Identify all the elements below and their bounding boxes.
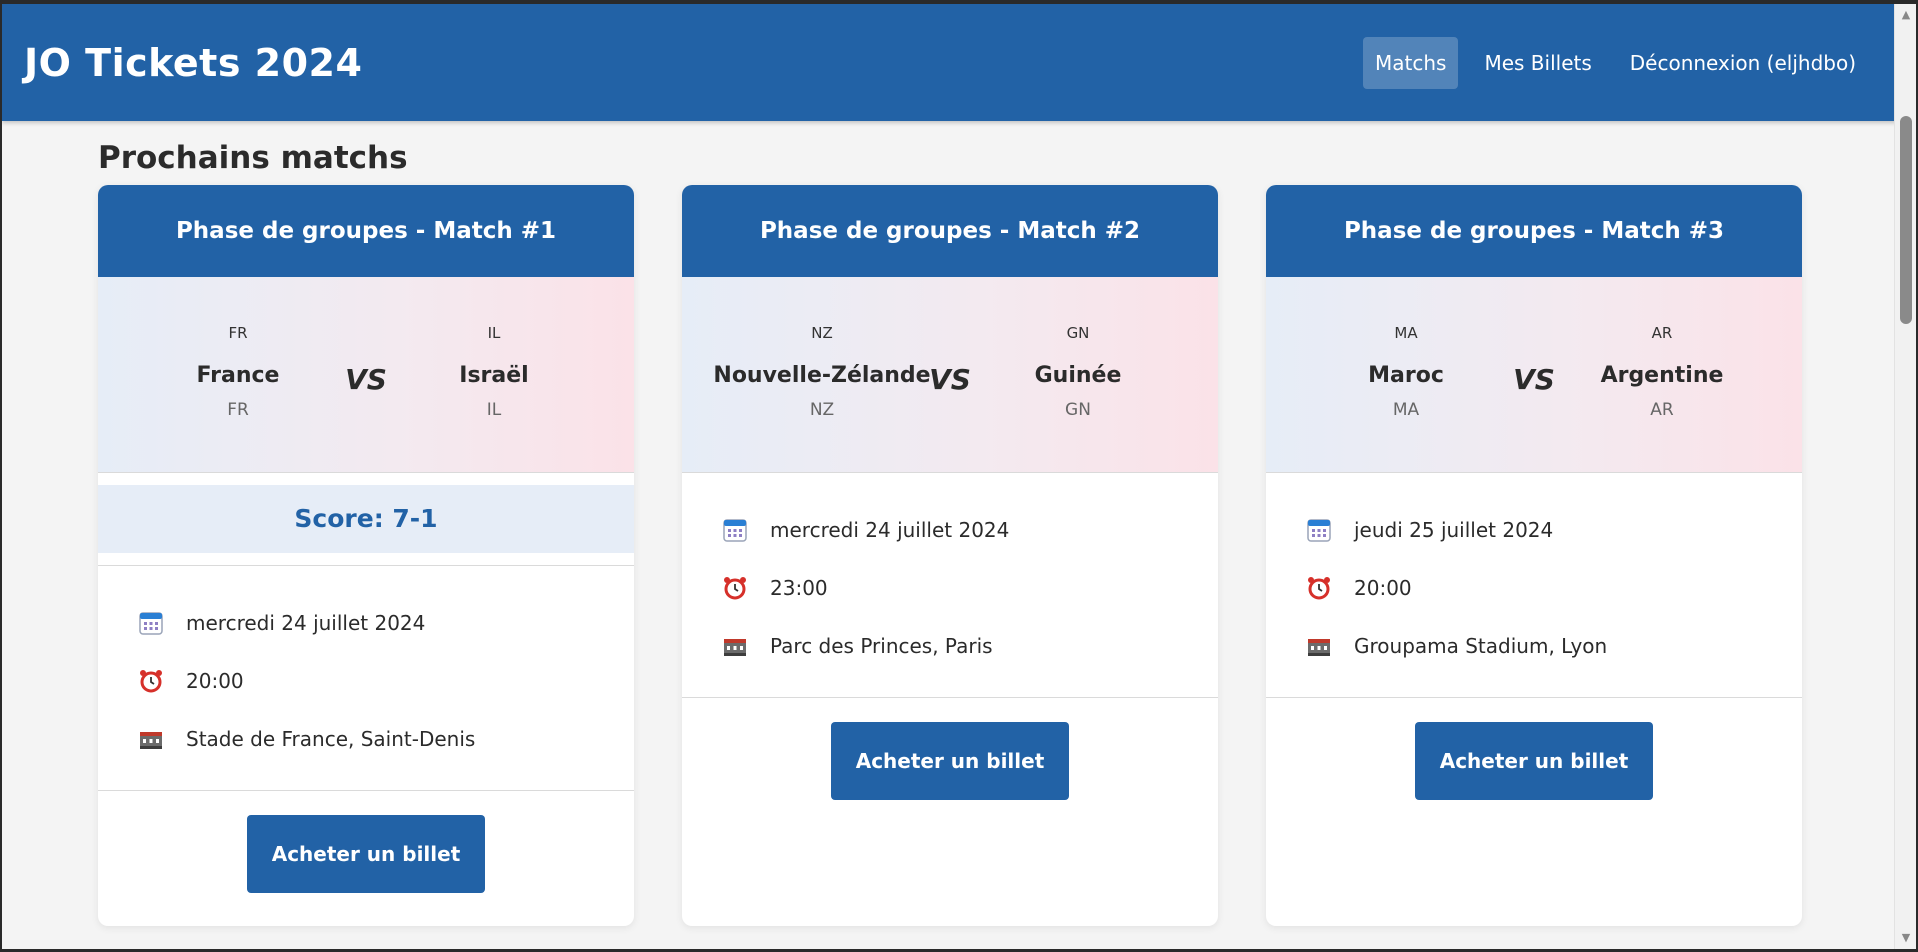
- buy-ticket-button[interactable]: Acheter un billet: [247, 815, 485, 893]
- top-navbar: JO Tickets 2024 Matchs Mes Billets Décon…: [2, 4, 1898, 121]
- team-code: IL: [486, 400, 502, 420]
- stadium-icon: [138, 726, 186, 752]
- teams-panel: MA Maroc MA VS AR Argentine AR: [1266, 277, 1802, 473]
- browser-viewport: JO Tickets 2024 Matchs Mes Billets Décon…: [0, 0, 1918, 952]
- team-name: Maroc: [1368, 363, 1444, 388]
- team-name: France: [196, 363, 280, 388]
- match-date-row: jeudi 25 juillet 2024: [1306, 501, 1762, 559]
- nav-matchs[interactable]: Matchs: [1363, 36, 1459, 89]
- match-cards: Phase de groupes - Match #1 FR France FR…: [98, 185, 1802, 926]
- buy-ticket-button[interactable]: Acheter un billet: [1415, 722, 1653, 800]
- alarm-clock-icon: [138, 668, 186, 694]
- calendar-icon: [138, 610, 186, 636]
- score-section: Score: 7-1: [98, 473, 634, 566]
- score-display: Score: 7-1: [98, 485, 634, 553]
- main-nav: Matchs Mes Billets Déconnexion (eljhdbo): [1363, 36, 1868, 89]
- match-time: 20:00: [186, 669, 244, 693]
- alarm-clock-icon: [1306, 575, 1354, 601]
- match-date: mercredi 24 juillet 2024: [186, 611, 426, 635]
- match-info: mercredi 24 juillet 2024 23:00 Parc des …: [682, 473, 1218, 698]
- stadium-icon: [722, 633, 770, 659]
- team-code: FR: [227, 400, 249, 420]
- match-time: 20:00: [1354, 576, 1412, 600]
- alarm-clock-icon: [722, 575, 770, 601]
- match-card: Phase de groupes - Match #2 NZ Nouvelle-…: [682, 185, 1218, 926]
- team-name: Nouvelle-Zélande: [713, 363, 931, 388]
- match-title: Phase de groupes - Match #3: [1266, 185, 1802, 277]
- scroll-thumb[interactable]: [1900, 116, 1912, 324]
- teams-panel: FR France FR VS IL Israël IL: [98, 277, 634, 473]
- team-away: IL Israël IL: [374, 323, 614, 421]
- team-code: GN: [1065, 400, 1091, 420]
- scroll-down-arrow-icon[interactable]: ▼: [1895, 929, 1916, 947]
- team-flag-code: MA: [1394, 324, 1418, 342]
- teams-panel: NZ Nouvelle-Zélande NZ VS GN Guinée GN: [682, 277, 1218, 473]
- match-time: 23:00: [770, 576, 828, 600]
- team-flag-code: IL: [487, 324, 501, 342]
- team-code: MA: [1392, 400, 1420, 420]
- match-time-row: 20:00: [138, 652, 594, 710]
- match-card: Phase de groupes - Match #3 MA Maroc MA …: [1266, 185, 1802, 926]
- match-card: Phase de groupes - Match #1 FR France FR…: [98, 185, 634, 926]
- match-time-row: 23:00: [722, 559, 1178, 617]
- nav-deconnexion[interactable]: Déconnexion (eljhdbo): [1618, 37, 1868, 89]
- team-name: Israël: [459, 363, 529, 388]
- match-venue-row: Stade de France, Saint-Denis: [138, 710, 594, 768]
- nav-mes-billets[interactable]: Mes Billets: [1472, 37, 1603, 89]
- team-flag-code: NZ: [811, 324, 833, 342]
- team-flag-code: GN: [1066, 324, 1090, 342]
- card-actions: Acheter un billet: [1266, 698, 1802, 826]
- match-title: Phase de groupes - Match #1: [98, 185, 634, 277]
- team-away: GN Guinée GN: [958, 323, 1198, 421]
- match-venue-row: Parc des Princes, Paris: [722, 617, 1178, 675]
- match-venue-row: Groupama Stadium, Lyon: [1306, 617, 1762, 675]
- match-date-row: mercredi 24 juillet 2024: [722, 501, 1178, 559]
- match-date-row: mercredi 24 juillet 2024: [138, 594, 594, 652]
- calendar-icon: [722, 517, 770, 543]
- buy-ticket-button[interactable]: Acheter un billet: [831, 722, 1069, 800]
- match-date: mercredi 24 juillet 2024: [770, 518, 1010, 542]
- match-time-row: 20:00: [1306, 559, 1762, 617]
- card-actions: Acheter un billet: [682, 698, 1218, 826]
- card-actions: Acheter un billet: [98, 791, 634, 926]
- scroll-up-arrow-icon[interactable]: ▲: [1895, 6, 1916, 24]
- match-info: jeudi 25 juillet 2024 20:00 Groupama Sta…: [1266, 473, 1802, 698]
- match-venue: Stade de France, Saint-Denis: [186, 727, 476, 751]
- match-info: mercredi 24 juillet 2024 20:00 Stade de …: [98, 566, 634, 791]
- team-code: AR: [1650, 400, 1674, 420]
- team-name: Guinée: [1034, 363, 1122, 388]
- match-title: Phase de groupes - Match #2: [682, 185, 1218, 277]
- calendar-icon: [1306, 517, 1354, 543]
- team-flag-code: FR: [228, 324, 248, 342]
- brand-logo[interactable]: JO Tickets 2024: [24, 41, 362, 85]
- team-flag-code: AR: [1651, 324, 1673, 342]
- match-date: jeudi 25 juillet 2024: [1354, 518, 1554, 542]
- page-title: Prochains matchs: [98, 140, 408, 176]
- match-venue: Parc des Princes, Paris: [770, 634, 993, 658]
- match-venue: Groupama Stadium, Lyon: [1354, 634, 1608, 658]
- vertical-scrollbar[interactable]: ▲ ▼: [1894, 4, 1916, 949]
- team-away: AR Argentine AR: [1542, 323, 1782, 421]
- team-code: NZ: [809, 400, 835, 420]
- stadium-icon: [1306, 633, 1354, 659]
- team-home: FR France FR: [118, 323, 358, 421]
- main-content: Prochains matchs Phase de groupes - Matc…: [98, 121, 1806, 926]
- team-home: NZ Nouvelle-Zélande NZ: [702, 323, 942, 421]
- team-home: MA Maroc MA: [1286, 323, 1526, 421]
- team-name: Argentine: [1600, 363, 1724, 388]
